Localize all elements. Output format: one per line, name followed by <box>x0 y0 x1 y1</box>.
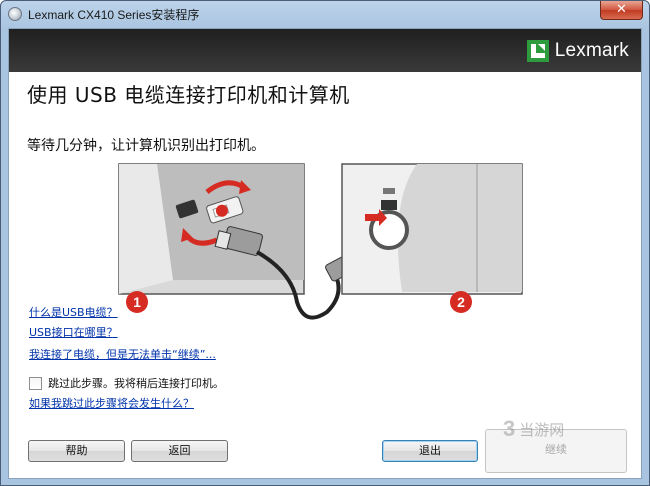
window-title: Lexmark CX410 Series安装程序 <box>28 8 200 22</box>
step-2-badge: 2 <box>450 291 472 313</box>
page-title: 使用 USB 电缆连接打印机和计算机 <box>27 83 350 107</box>
skip-step-checkbox[interactable] <box>29 376 42 390</box>
skip-step-row[interactable]: 跳过此步骤。我将稍后连接打印机。 <box>29 375 224 391</box>
site-watermark: 3 当游网 <box>503 416 564 442</box>
installer-window: Lexmark CX410 Series安装程序 ✕ Lexmark 使用 US… <box>0 0 650 486</box>
header-band: Lexmark <box>9 29 641 72</box>
printer-usb-panel <box>341 163 523 295</box>
exit-button[interactable]: 退出 <box>382 440 478 462</box>
lexmark-logo-icon <box>526 40 549 62</box>
client-area: Lexmark 使用 USB 电缆连接打印机和计算机 等待几分钟，让计算机识别出… <box>8 28 642 479</box>
what-is-usb-link[interactable]: 什么是USB电缆？ <box>29 304 118 320</box>
skip-consequences-link[interactable]: 如果我跳过此步骤将会发生什么？ <box>29 395 194 411</box>
step-1-badge: 1 <box>126 291 148 313</box>
skip-step-label[interactable]: 跳过此步骤。我将稍后连接打印机。 <box>48 375 224 391</box>
step-1-label: 1 <box>133 294 141 310</box>
watermark-logo: 3 <box>503 416 516 441</box>
title-bar[interactable]: Lexmark CX410 Series安装程序 ✕ <box>1 1 649 27</box>
watermark-text: 当游网 <box>519 420 565 439</box>
lexmark-logo: Lexmark <box>526 40 629 62</box>
app-icon <box>8 7 22 21</box>
step-2-label: 2 <box>457 294 465 310</box>
page-subtitle: 等待几分钟，让计算机识别出打印机。 <box>27 138 265 154</box>
cannot-continue-link[interactable]: 我连接了电缆，但是无法单击“继续”... <box>29 346 216 362</box>
help-button[interactable]: 帮助 <box>28 440 125 462</box>
brand-name: Lexmark <box>554 40 629 61</box>
usb-connection-illustration: 1 2 <box>118 163 523 320</box>
computer-usb-panel <box>118 163 305 295</box>
usb-port-location-link[interactable]: USB接口在哪里？ <box>29 324 118 340</box>
back-button[interactable]: 返回 <box>131 440 228 462</box>
close-button[interactable]: ✕ <box>600 1 643 20</box>
